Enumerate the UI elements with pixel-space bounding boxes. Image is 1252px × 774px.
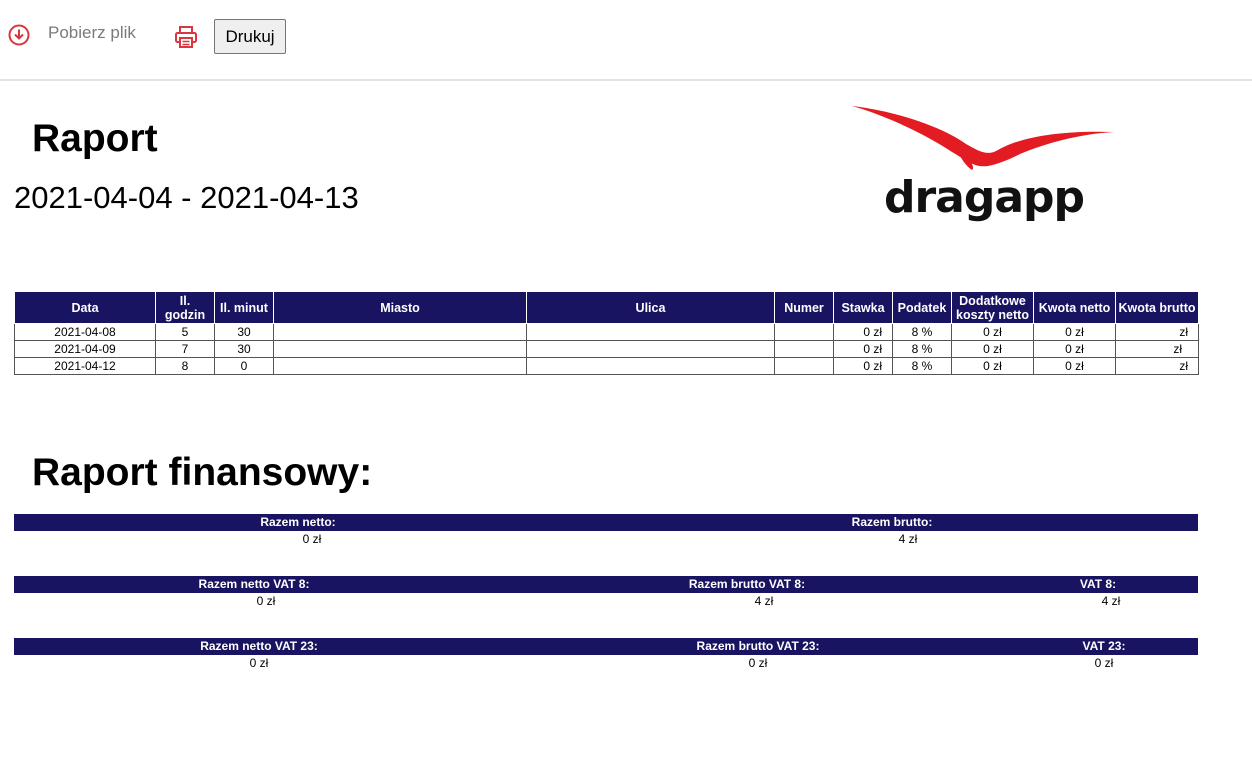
net-vat8-value: 0 zł bbox=[256, 594, 276, 608]
col-header: Stawka bbox=[833, 291, 893, 324]
cell-number bbox=[774, 323, 834, 341]
summary-header: Razem netto VAT 8: Razem brutto VAT 8: V… bbox=[14, 576, 1198, 593]
net-vat8-label: Razem netto VAT 8: bbox=[198, 577, 310, 591]
cell-extra-costs: 0 zł bbox=[951, 357, 1034, 375]
cell-street bbox=[526, 340, 775, 358]
cell-net: 0 zł bbox=[1033, 357, 1116, 375]
col-header: Kwota brutto bbox=[1115, 291, 1199, 324]
cell-gross: zł bbox=[1115, 340, 1199, 358]
total-gross-label: Razem brutto: bbox=[851, 515, 933, 529]
cell-minutes: 30 bbox=[214, 323, 274, 341]
cell-city bbox=[273, 323, 527, 341]
cell-rate: 0 zł bbox=[833, 323, 893, 341]
cell-date: 2021-04-08 bbox=[14, 323, 156, 341]
cell-hours: 7 bbox=[155, 340, 215, 358]
col-header: Il. minut bbox=[214, 291, 274, 324]
cell-gross: zł bbox=[1115, 357, 1199, 375]
vat23-label: VAT 23: bbox=[1082, 639, 1126, 653]
table-row: 2021-04-08 5 30 0 zł 8 % 0 zł 0 zł zł bbox=[14, 323, 1199, 341]
toolbar: Pobierz plik Drukuj bbox=[0, 0, 1252, 81]
cell-tax: 8 % bbox=[892, 323, 952, 341]
net-vat23-label: Razem netto VAT 23: bbox=[200, 639, 318, 653]
cell-net: 0 zł bbox=[1033, 323, 1116, 341]
logo-wordmark: dragapp bbox=[884, 172, 1084, 223]
download-icon[interactable] bbox=[8, 24, 30, 46]
cell-tax: 8 % bbox=[892, 357, 952, 375]
date-range: 2021-04-04 - 2021-04-13 bbox=[14, 180, 359, 215]
cell-rate: 0 zł bbox=[833, 340, 893, 358]
col-header: Data bbox=[14, 291, 156, 324]
col-header: Miasto bbox=[273, 291, 527, 324]
dragapp-logo: dragapp bbox=[852, 106, 1114, 223]
summary-header: Razem netto: Razem brutto: bbox=[14, 514, 1198, 531]
page-title: Raport bbox=[32, 117, 158, 160]
cell-city bbox=[273, 340, 527, 358]
vat8-value: 4 zł bbox=[1101, 594, 1121, 608]
financial-report-title: Raport finansowy: bbox=[32, 451, 373, 494]
cell-extra-costs: 0 zł bbox=[951, 340, 1034, 358]
cell-hours: 5 bbox=[155, 323, 215, 341]
col-header: Il. godzin bbox=[155, 291, 215, 324]
vat8-label: VAT 8: bbox=[1079, 577, 1117, 591]
cell-date: 2021-04-09 bbox=[14, 340, 156, 358]
cell-tax: 8 % bbox=[892, 340, 952, 358]
cell-city bbox=[273, 357, 527, 375]
summary-values: 0 zł 4 zł 4 zł bbox=[14, 593, 1198, 611]
cell-hours: 8 bbox=[155, 357, 215, 375]
col-header: Dodatkowe koszty netto bbox=[951, 291, 1034, 324]
cell-number bbox=[774, 357, 834, 375]
printer-icon[interactable] bbox=[174, 25, 198, 49]
gross-vat8-value: 4 zł bbox=[754, 594, 774, 608]
net-vat23-value: 0 zł bbox=[249, 656, 269, 670]
cell-street bbox=[526, 357, 775, 375]
cell-number bbox=[774, 340, 834, 358]
col-header: Kwota netto bbox=[1033, 291, 1116, 324]
cell-minutes: 0 bbox=[214, 357, 274, 375]
table-row: 2021-04-09 7 30 0 zł 8 % 0 zł 0 zł zł bbox=[14, 340, 1199, 358]
cell-minutes: 30 bbox=[214, 340, 274, 358]
gross-vat8-label: Razem brutto VAT 8: bbox=[688, 577, 806, 591]
total-net-value: 0 zł bbox=[302, 532, 322, 546]
gross-vat23-value: 0 zł bbox=[748, 656, 768, 670]
vat23-value: 0 zł bbox=[1094, 656, 1114, 670]
summary-values: 0 zł 4 zł bbox=[14, 531, 1198, 549]
total-gross-value: 4 zł bbox=[898, 532, 918, 546]
cell-date: 2021-04-12 bbox=[14, 357, 156, 375]
summary-vat8: Razem netto VAT 8: Razem brutto VAT 8: V… bbox=[14, 576, 1198, 611]
cell-net: 0 zł bbox=[1033, 340, 1116, 358]
table-header-row: Data Il. godzin Il. minut Miasto Ulica N… bbox=[14, 291, 1199, 324]
cell-extra-costs: 0 zł bbox=[951, 323, 1034, 341]
gross-vat23-label: Razem brutto VAT 23: bbox=[696, 639, 820, 653]
cell-gross: zł bbox=[1115, 323, 1199, 341]
table-row: 2021-04-12 8 0 0 zł 8 % 0 zł 0 zł zł bbox=[14, 357, 1199, 375]
cell-street bbox=[526, 323, 775, 341]
total-net-label: Razem netto: bbox=[260, 515, 336, 529]
download-file-link[interactable]: Pobierz plik bbox=[48, 23, 136, 43]
report-table: Data Il. godzin Il. minut Miasto Ulica N… bbox=[14, 291, 1199, 375]
summary-header: Razem netto VAT 23: Razem brutto VAT 23:… bbox=[14, 638, 1198, 655]
col-header: Podatek bbox=[892, 291, 952, 324]
print-button[interactable]: Drukuj bbox=[214, 19, 286, 54]
cell-rate: 0 zł bbox=[833, 357, 893, 375]
summary-vat23: Razem netto VAT 23: Razem brutto VAT 23:… bbox=[14, 638, 1198, 673]
summary-totals: Razem netto: Razem brutto: 0 zł 4 zł bbox=[14, 514, 1198, 549]
col-header: Numer bbox=[774, 291, 834, 324]
summary-values: 0 zł 0 zł 0 zł bbox=[14, 655, 1198, 673]
col-header: Ulica bbox=[526, 291, 775, 324]
